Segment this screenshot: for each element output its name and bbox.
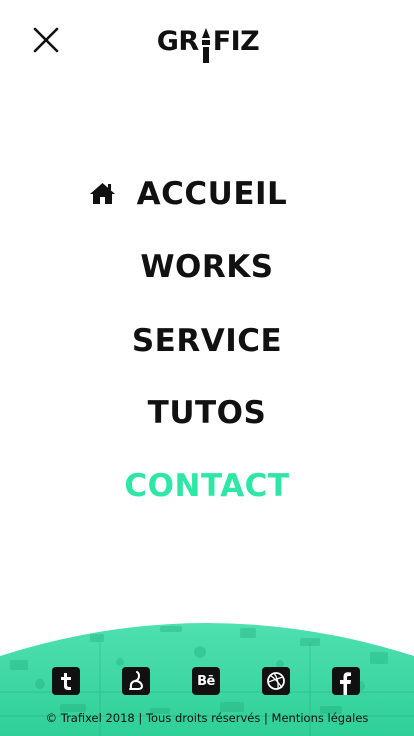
menu-item-tutos[interactable]: TUTOS	[0, 393, 414, 433]
menu-item-label: SERVICE	[131, 323, 283, 359]
menu-item-label: TUTOS	[147, 395, 267, 431]
facebook-link[interactable]	[332, 667, 360, 695]
legal-link[interactable]: Mentions légales	[272, 711, 369, 725]
deviantart-link[interactable]	[122, 667, 150, 695]
rights-text: Tous droits réservés	[145, 711, 261, 725]
menu-item-label: ACCUEIL	[136, 176, 288, 212]
logo-text-left: GR	[156, 26, 199, 57]
menu-item-label: CONTACT	[124, 468, 290, 504]
dribbble-icon	[262, 667, 290, 695]
behance-icon: Bē	[197, 673, 215, 689]
menu-item-works[interactable]: WORKS	[0, 247, 414, 287]
logo[interactable]: GR FIZ	[152, 27, 264, 67]
footer: Bē © Trafixel 2018 | Tous droits réservé…	[0, 612, 414, 736]
separator: |	[264, 711, 268, 725]
menu-item-contact[interactable]: CONTACT	[0, 466, 414, 506]
facebook-icon	[332, 667, 360, 695]
close-icon	[33, 27, 59, 53]
deviantart-icon	[122, 667, 150, 695]
tumblr-icon	[52, 667, 80, 695]
separator: |	[138, 711, 143, 725]
behance-link[interactable]: Bē	[192, 667, 220, 695]
pencil-icon	[201, 28, 210, 63]
home-icon	[90, 183, 115, 204]
logo-text-right: FIZ	[212, 26, 260, 57]
tumblr-link[interactable]	[52, 667, 80, 695]
copyright-text: © Trafixel 2018	[45, 711, 135, 725]
menu-item-label: WORKS	[140, 249, 274, 285]
dribbble-link[interactable]	[262, 667, 290, 695]
menu-item-accueil[interactable]: ACCUEIL	[0, 174, 414, 214]
social-links: Bē	[0, 667, 414, 697]
close-button[interactable]	[32, 26, 60, 54]
menu-item-service[interactable]: SERVICE	[0, 321, 414, 361]
copyright-line: © Trafixel 2018 | Tous droits réservés |…	[0, 711, 414, 725]
